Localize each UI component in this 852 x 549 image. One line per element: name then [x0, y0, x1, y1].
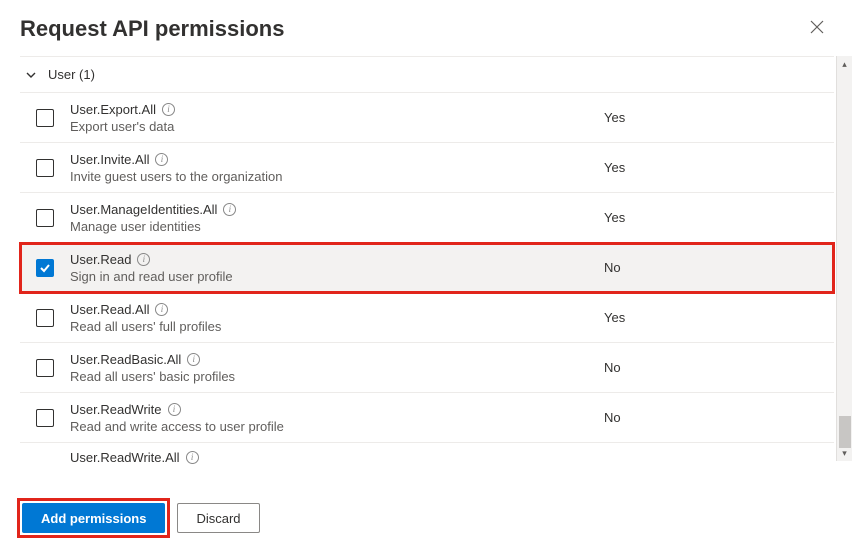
permission-checkbox[interactable] — [36, 309, 54, 327]
info-icon[interactable]: i — [155, 153, 168, 166]
permission-checkbox[interactable] — [36, 159, 54, 177]
permission-description: Invite guest users to the organization — [70, 169, 594, 184]
checkbox-cell — [20, 409, 70, 427]
permission-row[interactable]: User.ReadWrite i Read and write access to … — [20, 393, 834, 443]
checkbox-cell — [20, 159, 70, 177]
permission-row[interactable]: User.ReadBasic.All i Read all users' basic… — [20, 343, 834, 393]
permission-name: User.ManageIdentities.All — [70, 202, 217, 217]
info-icon[interactable]: i — [186, 451, 199, 464]
admin-consent-value: Yes — [604, 110, 834, 125]
permission-description: Read all users' basic profiles — [70, 369, 594, 384]
permission-row[interactable]: User.Read.All i Read all users' full profi… — [20, 293, 834, 343]
scroll-up-arrow-icon[interactable]: ▴ — [837, 56, 852, 72]
permission-description: Sign in and read user profile — [70, 269, 594, 284]
permission-cell: User.ReadWrite i Read and write access to … — [70, 402, 604, 434]
chevron-down-icon — [24, 68, 38, 82]
close-icon — [810, 20, 824, 34]
page-title: Request API permissions — [20, 16, 284, 42]
checkbox-cell — [20, 359, 70, 377]
permission-name: User.Read — [70, 252, 131, 267]
permission-cell: User.Export.All i Export user's data — [70, 102, 604, 134]
checkbox-cell — [20, 109, 70, 127]
permission-description: Manage user identities — [70, 219, 594, 234]
permission-description: Export user's data — [70, 119, 594, 134]
group-label: User (1) — [48, 67, 95, 82]
admin-consent-value: Yes — [604, 310, 834, 325]
admin-consent-value: No — [604, 360, 834, 375]
admin-consent-value: Yes — [604, 160, 834, 175]
permission-checkbox[interactable] — [36, 409, 54, 427]
permission-checkbox[interactable] — [36, 359, 54, 377]
permission-row[interactable]: User.Read i Sign in and read user profile N… — [20, 243, 834, 293]
permission-checkbox[interactable] — [36, 209, 54, 227]
permission-cell: User.ManageIdentities.All i Manage user id… — [70, 202, 604, 234]
info-icon[interactable]: i — [155, 303, 168, 316]
permission-row[interactable]: User.ManageIdentities.All i Manage user id… — [20, 193, 834, 243]
permission-row[interactable]: User.Export.All i Export user's data Yes — [20, 93, 834, 143]
permission-checkbox[interactable] — [36, 259, 54, 277]
scrollbar-thumb[interactable] — [839, 416, 851, 448]
checkbox-cell — [20, 259, 70, 277]
info-icon[interactable]: i — [137, 253, 150, 266]
permission-cell: User.Read.All i Read all users' full profi… — [70, 302, 604, 334]
admin-consent-value: No — [604, 260, 834, 275]
admin-consent-value: Yes — [604, 210, 834, 225]
permission-cell: User.Invite.All i Invite guest users to th… — [70, 152, 604, 184]
permission-row[interactable]: User.ReadWrite.All i — [20, 443, 834, 465]
permission-description: Read and write access to user profile — [70, 419, 594, 434]
permission-name: User.Read.All — [70, 302, 149, 317]
permission-name: User.ReadBasic.All — [70, 352, 181, 367]
info-icon[interactable]: i — [162, 103, 175, 116]
info-icon[interactable]: i — [187, 353, 200, 366]
permission-name: User.Export.All — [70, 102, 156, 117]
permission-name: User.ReadWrite.All — [70, 450, 180, 465]
checkbox-cell — [20, 309, 70, 327]
admin-consent-value: No — [604, 410, 834, 425]
info-icon[interactable]: i — [168, 403, 181, 416]
close-button[interactable] — [806, 16, 828, 41]
checkbox-cell — [20, 209, 70, 227]
permission-description: Read all users' full profiles — [70, 319, 594, 334]
scroll-down-arrow-icon[interactable]: ▾ — [837, 445, 852, 461]
add-permissions-button[interactable]: Add permissions — [22, 503, 165, 533]
scrollbar[interactable]: ▴ ▾ — [836, 56, 852, 461]
info-icon[interactable]: i — [223, 203, 236, 216]
permission-cell: User.ReadWrite.All i — [70, 450, 604, 465]
permission-row[interactable]: User.Invite.All i Invite guest users to th… — [20, 143, 834, 193]
group-header-user[interactable]: User (1) — [20, 56, 834, 93]
permission-cell: User.Read i Sign in and read user profile — [70, 252, 604, 284]
permission-name: User.Invite.All — [70, 152, 149, 167]
permission-checkbox[interactable] — [36, 109, 54, 127]
permission-name: User.ReadWrite — [70, 402, 162, 417]
discard-button[interactable]: Discard — [177, 503, 259, 533]
permission-cell: User.ReadBasic.All i Read all users' basic… — [70, 352, 604, 384]
